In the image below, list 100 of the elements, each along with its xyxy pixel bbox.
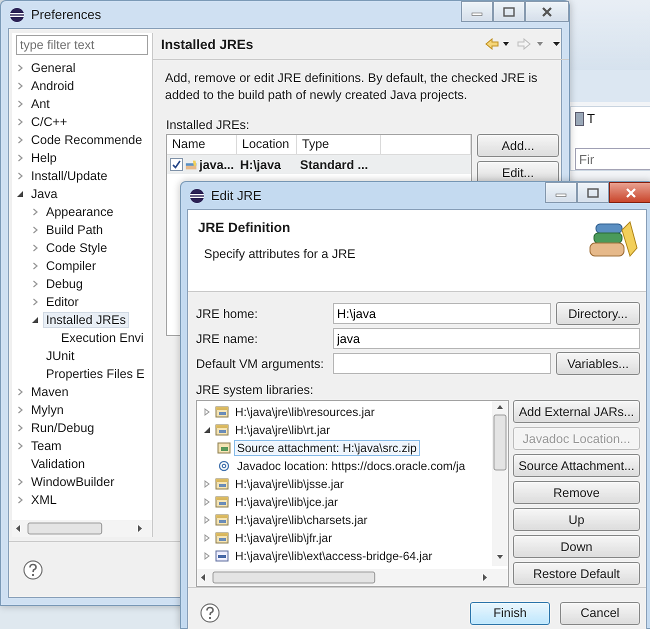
window-title: Preferences xyxy=(31,7,102,22)
tree-item[interactable]: Help xyxy=(28,150,60,166)
chevron-right-icon[interactable] xyxy=(16,424,24,432)
field-button[interactable]: Directory... xyxy=(556,302,640,325)
triangle-right-icon[interactable] xyxy=(203,408,211,416)
horizontal-scrollbar[interactable] xyxy=(12,520,152,537)
filter-field[interactable]: type filter text xyxy=(16,35,148,55)
tree-item[interactable]: Build Path xyxy=(43,222,106,238)
close-icon xyxy=(541,6,553,16)
tree-item[interactable]: Compiler xyxy=(43,258,100,274)
library-item[interactable]: H:\java\jre\lib\jfr.jar xyxy=(232,530,336,546)
tree-item[interactable]: Android xyxy=(28,78,78,94)
chevron-right-icon[interactable] xyxy=(31,262,39,270)
triangle-right-icon[interactable] xyxy=(203,516,211,524)
table-button[interactable]: Add... xyxy=(477,134,559,157)
view-icon xyxy=(575,112,584,126)
chevron-right-icon[interactable] xyxy=(31,280,39,288)
library-button[interactable]: Add External JARs... xyxy=(513,400,640,423)
tree-item[interactable]: Execution Envi xyxy=(58,330,147,346)
triangle-down-icon[interactable] xyxy=(203,426,211,434)
tree-item[interactable]: General xyxy=(28,60,78,76)
chevron-right-icon[interactable] xyxy=(16,64,24,72)
maximize-icon xyxy=(587,188,599,198)
chevron-right-icon[interactable] xyxy=(16,118,24,126)
chevron-right-icon[interactable] xyxy=(16,154,24,162)
vertical-scrollbar[interactable] xyxy=(492,401,508,566)
tree-item[interactable]: Installed JREs xyxy=(43,312,129,328)
checkbox[interactable] xyxy=(170,158,183,171)
triangle-right-icon[interactable] xyxy=(203,498,211,506)
text-field[interactable]: H:\java xyxy=(333,303,551,324)
chevron-right-icon[interactable] xyxy=(16,82,24,90)
dialog-button[interactable]: Cancel xyxy=(560,602,640,624)
library-button[interactable]: Remove xyxy=(513,481,640,504)
triangle-down-icon[interactable] xyxy=(16,190,24,198)
library-button[interactable]: Up xyxy=(513,508,640,531)
find-field[interactable]: Fir xyxy=(575,148,650,170)
library-button[interactable]: Down xyxy=(513,535,640,558)
library-item[interactable]: H:\java\jre\lib\jsse.jar xyxy=(232,476,347,492)
navigation-arrows-icon[interactable] xyxy=(485,38,561,50)
chevron-right-icon[interactable] xyxy=(16,388,24,396)
tree-item[interactable]: Code Style xyxy=(43,240,110,256)
tree-item[interactable]: Debug xyxy=(43,276,86,292)
tree-item[interactable]: Team xyxy=(28,438,65,454)
maximize-button[interactable] xyxy=(577,182,609,203)
tree-item[interactable]: XML xyxy=(28,492,60,508)
triangle-right-icon[interactable] xyxy=(203,480,211,488)
library-item[interactable]: H:\java\jre\lib\ext\access-bridge-64.jar xyxy=(232,548,436,564)
chevron-right-icon[interactable] xyxy=(31,208,39,216)
close-icon xyxy=(625,188,637,198)
library-item[interactable]: H:\java\jre\lib\resources.jar xyxy=(232,404,378,420)
library-item[interactable]: Source attachment: H:\java\src.zip xyxy=(234,440,420,456)
help-icon[interactable] xyxy=(200,603,220,623)
close-button[interactable] xyxy=(609,182,650,203)
dialog-button[interactable]: Finish xyxy=(470,602,550,624)
table-cell: java... xyxy=(167,155,237,174)
chevron-right-icon[interactable] xyxy=(16,136,24,144)
tree-item[interactable]: Properties Files E xyxy=(43,366,148,382)
horizontal-scrollbar[interactable] xyxy=(197,569,508,586)
field-button[interactable]: Variables... xyxy=(556,352,640,375)
chevron-right-icon[interactable] xyxy=(16,172,24,180)
library-button[interactable]: Source Attachment... xyxy=(513,454,640,477)
triangle-right-icon[interactable] xyxy=(203,534,211,542)
chevron-right-icon[interactable] xyxy=(16,442,24,450)
triangle-right-icon[interactable] xyxy=(203,552,211,560)
tree-item[interactable]: Mylyn xyxy=(28,402,67,418)
chevron-right-icon[interactable] xyxy=(16,100,24,108)
help-icon[interactable] xyxy=(23,560,43,580)
view-tab[interactable]: T xyxy=(587,111,595,126)
tree-item[interactable]: Validation xyxy=(28,456,88,472)
chevron-right-icon[interactable] xyxy=(31,226,39,234)
chevron-right-icon[interactable] xyxy=(31,298,39,306)
table-label: Installed JREs: xyxy=(166,118,250,132)
tree-item[interactable]: Ant xyxy=(28,96,53,112)
tree-item[interactable]: JUnit xyxy=(43,348,78,364)
text-field[interactable]: java xyxy=(333,328,640,349)
tree-item[interactable]: Appearance xyxy=(43,204,116,220)
tree-item[interactable]: C/C++ xyxy=(28,114,70,130)
text-field[interactable] xyxy=(333,353,551,374)
library-item[interactable]: H:\java\jre\lib\charsets.jar xyxy=(232,512,370,528)
tree-item[interactable]: Run/Debug xyxy=(28,420,98,436)
tree-item[interactable]: Maven xyxy=(28,384,72,400)
at-sign-icon xyxy=(217,459,231,473)
tree-item[interactable]: Install/Update xyxy=(28,168,110,184)
library-item[interactable]: Javadoc location: https://docs.oracle.com/ja xyxy=(234,458,468,474)
tree-item[interactable]: Code Recommende xyxy=(28,132,146,148)
chevron-right-icon[interactable] xyxy=(16,478,24,486)
maximize-button[interactable] xyxy=(493,1,525,22)
tree-item[interactable]: Editor xyxy=(43,294,82,310)
chevron-right-icon[interactable] xyxy=(16,406,24,414)
triangle-down-icon[interactable] xyxy=(31,316,39,324)
source-file-icon xyxy=(217,441,231,455)
tree-item[interactable]: WindowBuilder xyxy=(28,474,118,490)
library-item[interactable]: H:\java\jre\lib\rt.jar xyxy=(232,422,334,438)
page-title: Installed JREs xyxy=(161,36,254,52)
library-item[interactable]: H:\java\jre\lib\jce.jar xyxy=(232,494,341,510)
close-button[interactable] xyxy=(525,1,569,22)
chevron-right-icon[interactable] xyxy=(16,496,24,504)
tree-item[interactable]: Java xyxy=(28,186,60,202)
chevron-right-icon[interactable] xyxy=(31,244,39,252)
library-button[interactable]: Restore Default xyxy=(513,562,640,585)
